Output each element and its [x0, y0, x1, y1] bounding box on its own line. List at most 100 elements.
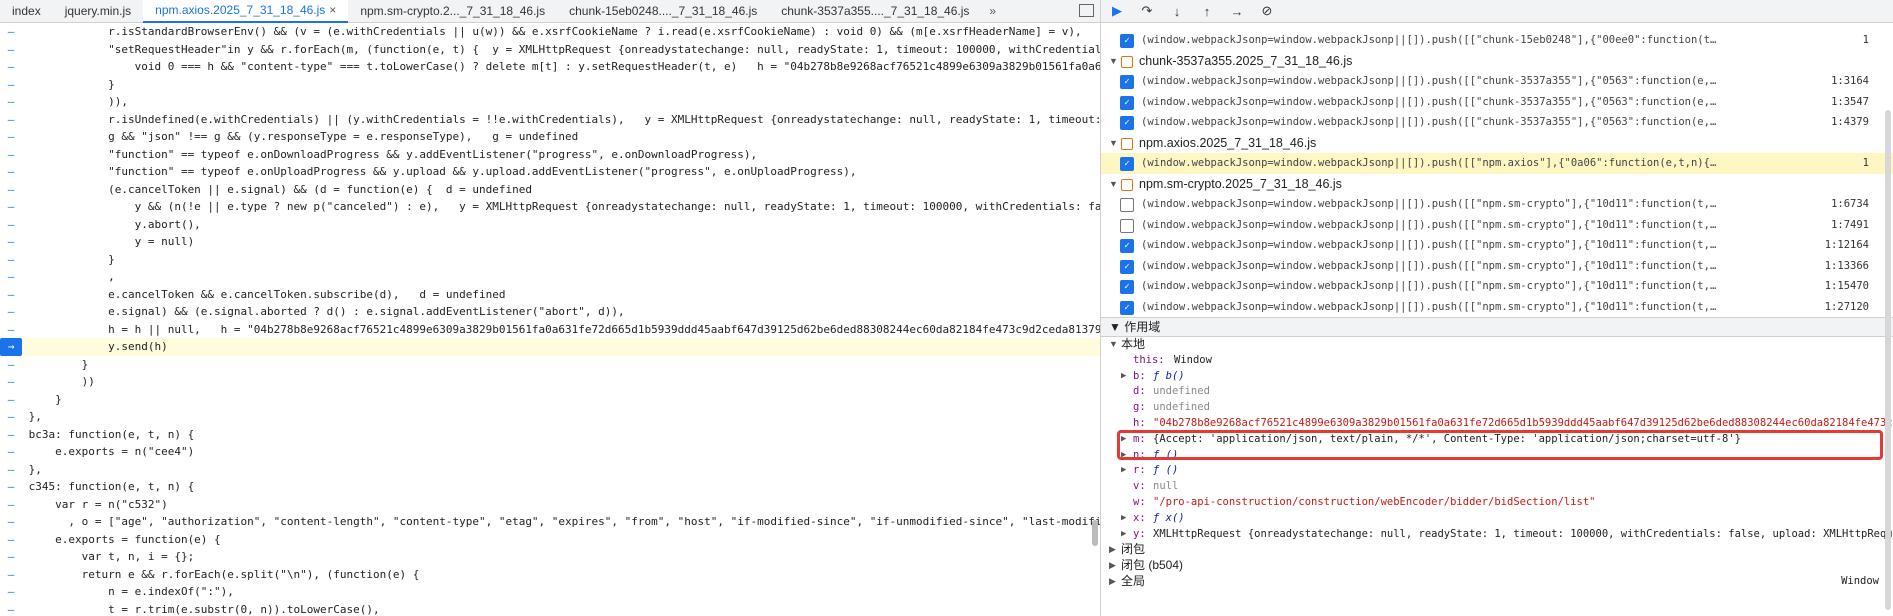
- gutter-marker[interactable]: –: [0, 181, 22, 199]
- gutter-marker[interactable]: –: [0, 548, 22, 566]
- expand-triangle-icon[interactable]: ▼: [1109, 174, 1118, 195]
- scope-section-header[interactable]: ▼ 作用域: [1101, 317, 1893, 337]
- local-triangle-icon[interactable]: ▼: [1109, 337, 1118, 353]
- sidebar-scrollbar[interactable]: [1885, 110, 1891, 610]
- gutter-marker[interactable]: –: [0, 23, 22, 41]
- gutter-marker[interactable]: –: [0, 443, 22, 461]
- expand-triangle-icon[interactable]: ▶: [1121, 432, 1126, 448]
- breakpoint-row[interactable]: ✓ (window.webpackJsonp=window.webpackJson…: [1101, 194, 1893, 215]
- resume-icon[interactable]: ▶: [1109, 3, 1125, 19]
- gutter-marker[interactable]: –: [0, 583, 22, 601]
- expand-triangle-icon[interactable]: ▶: [1121, 511, 1126, 527]
- tab-5[interactable]: chunk-3537a355...._7_31_18_46.js: [769, 0, 981, 22]
- breakpoint-checkbox[interactable]: ✓: [1120, 198, 1134, 212]
- scope-local[interactable]: ▼ 本地: [1101, 337, 1893, 353]
- breakpoint-checkbox[interactable]: ✓: [1120, 95, 1134, 110]
- scope-closure-2[interactable]: ▶ 闭包 (b504): [1101, 558, 1893, 574]
- breakpoint-row[interactable]: ✓ (window.webpackJsonp=window.webpackJson…: [1101, 153, 1893, 174]
- breakpoint-row[interactable]: ✓ (window.webpackJsonp=window.webpackJson…: [1101, 71, 1893, 92]
- gutter-marker[interactable]: –: [0, 601, 22, 616]
- breakpoint-checkbox[interactable]: ✓: [1120, 300, 1134, 315]
- gutter-marker[interactable]: –: [0, 58, 22, 76]
- gutter-marker[interactable]: –: [0, 198, 22, 216]
- tab-1[interactable]: jquery.min.js: [53, 0, 143, 22]
- scope-var[interactable]: ▶ x: ƒ x(): [1101, 511, 1893, 527]
- breakpoint-row[interactable]: ✓ (window.webpackJsonp=window.webpackJson…: [1101, 276, 1893, 297]
- expand-triangle-icon[interactable]: ▶: [1121, 463, 1126, 479]
- gutter-marker[interactable]: –: [0, 531, 22, 549]
- scope-var[interactable]: ▶ n: ƒ (): [1101, 448, 1893, 464]
- breakpoint-checkbox[interactable]: ✓: [1120, 116, 1134, 130]
- scope-var[interactable]: ▶ b: ƒ b(): [1101, 369, 1893, 385]
- scope-var[interactable]: g: undefined: [1101, 400, 1893, 416]
- gutter-marker[interactable]: –: [0, 303, 22, 321]
- gutter-marker[interactable]: –: [0, 321, 22, 339]
- scope-var[interactable]: ▶ m: {Accept: 'application/json, text/plai…: [1101, 432, 1893, 448]
- breakpoint-checkbox[interactable]: ✓: [1120, 239, 1134, 253]
- gutter-marker[interactable]: –: [0, 496, 22, 514]
- breakpoint-checkbox[interactable]: ✓: [1120, 75, 1134, 89]
- expand-triangle-icon[interactable]: ▼: [1109, 133, 1118, 154]
- gutter-marker[interactable]: –: [0, 163, 22, 181]
- gutter-marker[interactable]: –: [0, 286, 22, 304]
- expand-triangle-icon[interactable]: ▶: [1121, 369, 1126, 385]
- tab-4[interactable]: chunk-15eb0248...._7_31_18_46.js: [557, 0, 769, 22]
- more-tabs-icon[interactable]: »: [989, 4, 996, 18]
- breakpoint-row[interactable]: ✓ (window.webpackJsonp=window.webpackJson…: [1101, 30, 1893, 51]
- scope-var[interactable]: ▶ r: ƒ (): [1101, 463, 1893, 479]
- gutter-marker[interactable]: –: [0, 93, 22, 111]
- breakpoint-file[interactable]: ▼ chunk-3537a355.2025_7_31_18_46.js: [1101, 51, 1893, 72]
- code-view[interactable]: – r.isStandardBrowserEnv() && (v = (e.wi…: [0, 23, 1100, 616]
- expand-triangle-icon[interactable]: ▼: [1109, 51, 1118, 72]
- gutter-marker[interactable]: –: [0, 251, 22, 269]
- breakpoint-row[interactable]: ✓ (window.webpackJsonp=window.webpackJson…: [1101, 215, 1893, 236]
- tab-0[interactable]: index: [0, 0, 53, 22]
- gutter-marker[interactable]: –: [0, 41, 22, 59]
- gutter-marker[interactable]: –: [0, 391, 22, 409]
- expand-triangle-icon[interactable]: ▶: [1109, 542, 1116, 558]
- breakpoint-file[interactable]: ▼ npm.sm-crypto.2025_7_31_18_46.js: [1101, 174, 1893, 195]
- expand-triangle-icon[interactable]: ▶: [1121, 448, 1126, 464]
- gutter-marker[interactable]: –: [0, 478, 22, 496]
- step-icon[interactable]: →: [1229, 4, 1245, 19]
- scope-var[interactable]: this: Window: [1101, 353, 1893, 369]
- scope-closure-1[interactable]: ▶ 闭包: [1101, 542, 1893, 558]
- code-scrollbar[interactable]: [1092, 520, 1098, 546]
- breakpoint-checkbox[interactable]: ✓: [1120, 218, 1134, 233]
- step-into-icon[interactable]: ↓: [1169, 4, 1185, 19]
- tab-3[interactable]: npm.sm-crypto.2..._7_31_18_46.js: [348, 0, 557, 22]
- gutter-marker[interactable]: –: [0, 76, 22, 94]
- expand-triangle-icon[interactable]: ▶: [1109, 558, 1116, 574]
- deactivate-breakpoints-icon[interactable]: ⊘: [1259, 3, 1275, 19]
- breakpoint-row[interactable]: ✓ (window.webpackJsonp=window.webpackJson…: [1101, 235, 1893, 256]
- gutter-marker[interactable]: –: [0, 146, 22, 164]
- gutter-marker[interactable]: –: [0, 426, 22, 444]
- step-out-icon[interactable]: ↑: [1199, 4, 1215, 19]
- gutter-marker[interactable]: –: [0, 461, 22, 479]
- tab-2[interactable]: npm.axios.2025_7_31_18_46.js ×: [143, 0, 349, 23]
- scope-var[interactable]: d: undefined: [1101, 384, 1893, 400]
- scope-var[interactable]: h: "04b278b8e9268acf76521c4899e6309a3829b…: [1101, 416, 1893, 432]
- gutter-marker[interactable]: –: [0, 111, 22, 129]
- gutter-marker[interactable]: –: [0, 408, 22, 426]
- scope-var[interactable]: ▶ y: XMLHttpRequest {onreadystatechange: n…: [1101, 527, 1893, 543]
- gutter-marker[interactable]: –: [0, 128, 22, 146]
- gutter-marker[interactable]: –: [0, 268, 22, 286]
- breakpoint-checkbox[interactable]: ✓: [1120, 157, 1134, 171]
- gutter-marker[interactable]: –: [0, 216, 22, 234]
- gutter-marker[interactable]: –: [0, 233, 22, 251]
- step-over-icon[interactable]: ↷: [1139, 3, 1155, 19]
- scope-var[interactable]: v: null: [1101, 479, 1893, 495]
- expand-triangle-icon[interactable]: ▶: [1109, 574, 1116, 590]
- breakpoint-row[interactable]: ✓ (window.webpackJsonp=window.webpackJson…: [1101, 92, 1893, 113]
- breakpoint-row[interactable]: ✓ (window.webpackJsonp=window.webpackJson…: [1101, 112, 1893, 133]
- breakpoint-row[interactable]: ✓ (window.webpackJsonp=window.webpackJson…: [1101, 256, 1893, 277]
- toggle-sidebar-icon[interactable]: [1079, 4, 1094, 17]
- scope-triangle-icon[interactable]: ▼: [1109, 320, 1124, 334]
- gutter-marker[interactable]: →: [0, 338, 22, 356]
- breakpoint-checkbox[interactable]: ✓: [1120, 34, 1134, 48]
- expand-triangle-icon[interactable]: ▶: [1121, 527, 1126, 543]
- breakpoint-checkbox[interactable]: ✓: [1120, 280, 1134, 294]
- gutter-marker[interactable]: –: [0, 373, 22, 391]
- scope-global[interactable]: ▶ 全局 Window: [1101, 574, 1893, 590]
